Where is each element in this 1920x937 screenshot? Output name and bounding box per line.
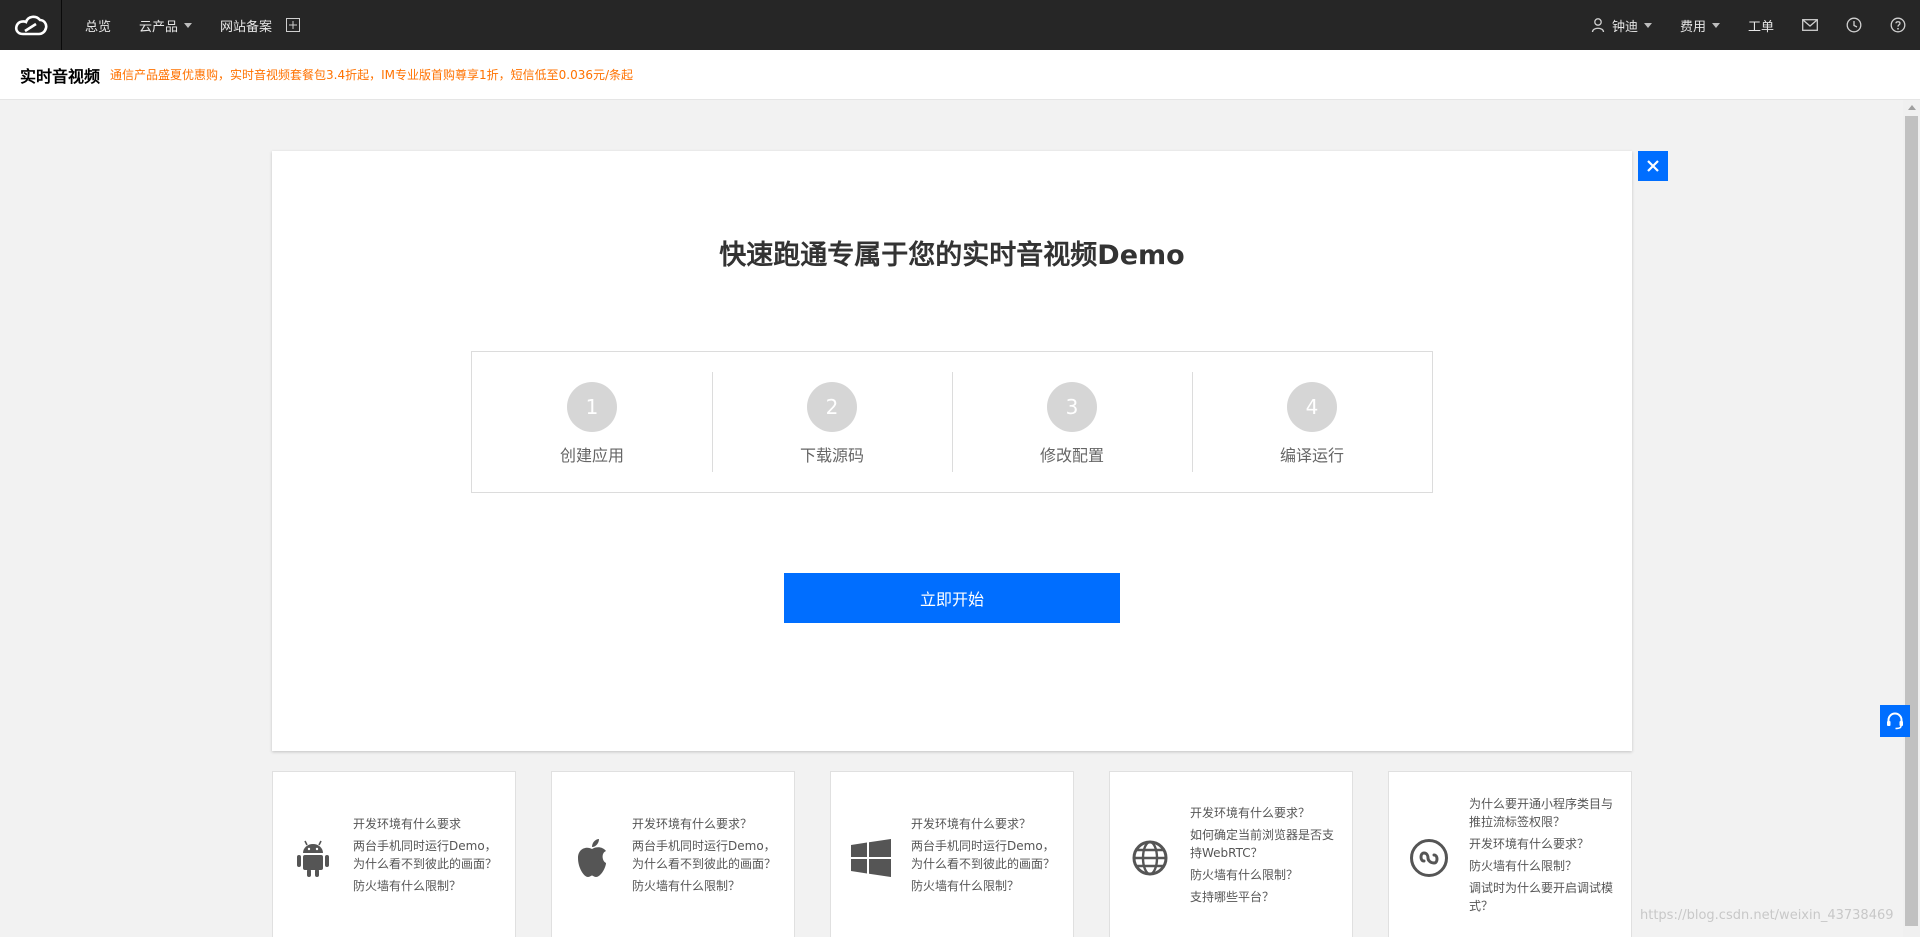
customer-support-button[interactable] [1880, 705, 1910, 737]
help-icon[interactable] [1890, 17, 1906, 33]
faq-link[interactable]: 两台手机同时运行Demo，为什么看不到彼此的画面？ [353, 837, 501, 873]
steps-box: 1 创建应用 2 下载源码 3 修改配置 4 编译运行 [471, 351, 1433, 493]
step-label: 修改配置 [1039, 446, 1104, 465]
scroll-up-arrow-icon[interactable] [1908, 105, 1916, 110]
scrollbar-thumb[interactable] [1905, 116, 1918, 926]
mail-icon[interactable] [1802, 19, 1818, 31]
nav-overview-label: 总览 [85, 19, 112, 35]
mini-program-icon [1409, 836, 1449, 880]
step-label: 创建应用 [559, 446, 624, 465]
promo-banner-link[interactable]: 通信产品盛夏优惠购，实时音视频套餐包3.4折起，IM专业版首购尊享1折，短信低至… [110, 66, 633, 83]
step-create-app: 1 创建应用 [472, 352, 712, 492]
top-bar: 总览 云产品 网站备案 钟迪 费用 工单 [0, 0, 1920, 50]
step-number: 2 [807, 382, 857, 432]
android-icon [293, 836, 333, 880]
faq-link[interactable]: 支持哪些平台？ [1190, 888, 1338, 906]
faq-link[interactable]: 开发环境有什么要求？ [1190, 804, 1338, 822]
faq-card-web: 开发环境有什么要求？ 如何确定当前浏览器是否支持WebRTC？ 防火墙有什么限制… [1109, 771, 1353, 937]
close-icon [1647, 160, 1659, 172]
add-shortcut-button[interactable] [286, 18, 301, 32]
page-title: 实时音视频 [20, 66, 101, 86]
start-now-button[interactable]: 立即开始 [784, 573, 1120, 623]
faq-link[interactable]: 防火墙有什么限制？ [353, 877, 501, 895]
top-right-nav: 钟迪 费用 工单 [1591, 0, 1920, 50]
faq-links: 开发环境有什么要求？ 两台手机同时运行Demo，为什么看不到彼此的画面？ 防火墙… [632, 772, 780, 937]
faq-link[interactable]: 防火墙有什么限制？ [1190, 866, 1338, 884]
clock-icon[interactable] [1846, 17, 1862, 33]
faq-links: 开发环境有什么要求？ 两台手机同时运行Demo，为什么看不到彼此的画面？ 防火墙… [911, 772, 1059, 937]
faq-link[interactable]: 开发环境有什么要求？ [911, 815, 1059, 833]
faq-links: 开发环境有什么要求 两台手机同时运行Demo，为什么看不到彼此的画面？ 防火墙有… [353, 772, 501, 937]
page-header: 实时音视频 通信产品盛夏优惠购，实时音视频套餐包3.4折起，IM专业版首购尊享1… [0, 50, 1920, 100]
chevron-down-icon [184, 22, 193, 28]
faq-card-mini-program: 为什么要开通小程序类目与推拉流标签权限？ 开发环境有什么要求？ 防火墙有什么限制… [1388, 771, 1632, 937]
quick-start-panel: 快速跑通专属于您的实时音视频Demo 1 创建应用 2 下载源码 3 修改配置 … [272, 151, 1632, 751]
faq-link[interactable]: 为什么要开通小程序类目与推拉流标签权限？ [1469, 795, 1617, 831]
close-button[interactable] [1638, 151, 1668, 181]
billing-label: 费用 [1679, 19, 1706, 35]
ticket-link[interactable]: 工单 [1748, 16, 1774, 35]
step-label: 编译运行 [1279, 446, 1344, 465]
faq-card-android: 开发环境有什么要求 两台手机同时运行Demo，为什么看不到彼此的画面？ 防火墙有… [272, 771, 516, 937]
step-number: 4 [1287, 382, 1337, 432]
faq-links: 开发环境有什么要求？ 如何确定当前浏览器是否支持WebRTC？ 防火墙有什么限制… [1190, 772, 1338, 937]
faq-link[interactable]: 防火墙有什么限制？ [1469, 857, 1617, 875]
faq-link[interactable]: 开发环境有什么要求？ [1469, 835, 1617, 853]
add-square-icon [286, 18, 301, 32]
faq-link[interactable]: 开发环境有什么要求？ [632, 815, 780, 833]
cloud-logo-icon[interactable] [0, 0, 62, 50]
faq-links: 为什么要开通小程序类目与推拉流标签权限？ 开发环境有什么要求？ 防火墙有什么限制… [1469, 772, 1617, 937]
quick-start-heading: 快速跑通专属于您的实时音视频Demo [719, 240, 1185, 271]
faq-card-windows: 开发环境有什么要求？ 两台手机同时运行Demo，为什么看不到彼此的画面？ 防火墙… [830, 771, 1074, 937]
headset-icon [1887, 712, 1903, 730]
user-icon [1591, 18, 1605, 33]
faq-link[interactable]: 两台手机同时运行Demo，为什么看不到彼此的画面？ [911, 837, 1059, 873]
nav-products[interactable]: 云产品 [139, 16, 193, 35]
page-scrollbar[interactable] [1903, 100, 1920, 937]
watermark-text: https://blog.csdn.net/weixin_43738469 [1640, 908, 1894, 923]
faq-link[interactable]: 防火墙有什么限制？ [632, 877, 780, 895]
step-number: 1 [567, 382, 617, 432]
faq-card-ios: 开发环境有什么要求？ 两台手机同时运行Demo，为什么看不到彼此的画面？ 防火墙… [551, 771, 795, 937]
faq-link[interactable]: 两台手机同时运行Demo，为什么看不到彼此的画面？ [632, 837, 780, 873]
top-nav: 总览 云产品 网站备案 [85, 0, 328, 50]
nav-overview[interactable]: 总览 [85, 16, 111, 35]
windows-icon [851, 836, 891, 880]
step-compile-run: 4 编译运行 [1192, 352, 1432, 492]
chevron-down-icon [1643, 22, 1652, 28]
faq-link[interactable]: 开发环境有什么要求 [353, 815, 501, 833]
faq-link[interactable]: 如何确定当前浏览器是否支持WebRTC？ [1190, 826, 1338, 862]
step-label: 下载源码 [799, 446, 864, 465]
nav-products-label: 云产品 [139, 19, 179, 35]
step-modify-config: 3 修改配置 [952, 352, 1192, 492]
nav-icp-filing[interactable]: 网站备案 [220, 16, 272, 35]
step-number: 3 [1047, 382, 1097, 432]
faq-link[interactable]: 调试时为什么要开启调试模式？ [1469, 879, 1617, 915]
user-name: 钟迪 [1611, 19, 1638, 35]
step-download-source: 2 下载源码 [712, 352, 952, 492]
user-menu[interactable]: 钟迪 [1591, 16, 1652, 35]
apple-icon [572, 836, 612, 880]
ticket-label: 工单 [1747, 19, 1774, 35]
chevron-down-icon [1711, 22, 1720, 28]
globe-icon [1130, 836, 1170, 880]
nav-icp-filing-label: 网站备案 [220, 19, 273, 35]
faq-link[interactable]: 防火墙有什么限制？ [911, 877, 1059, 895]
billing-menu[interactable]: 费用 [1680, 16, 1720, 35]
